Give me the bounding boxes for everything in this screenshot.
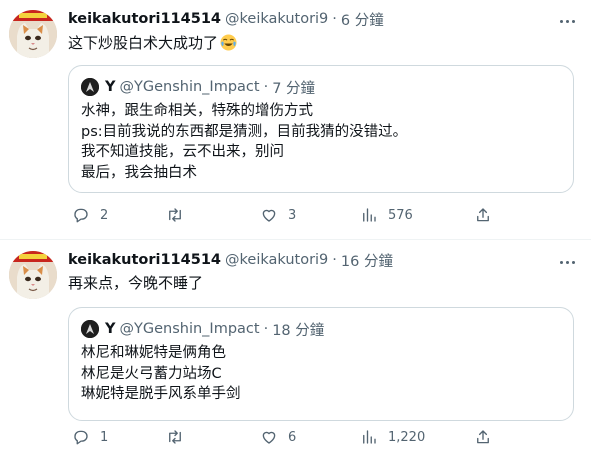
more-dot-icon: [565, 260, 569, 264]
more-button[interactable]: [555, 11, 579, 31]
like-count: 3: [288, 207, 297, 223]
action-bar: 1 6 1,220: [68, 425, 574, 449]
handle[interactable]: @keikakutori9: [225, 252, 328, 268]
views-button[interactable]: 576: [360, 203, 413, 227]
joy-emoji-icon: [220, 34, 237, 51]
cat-avatar-image: [9, 251, 57, 299]
quoted-handle: @YGenshin_Impact: [119, 79, 260, 95]
views-count: 576: [388, 207, 413, 223]
tweet-text: 再来点，今晚不睡了: [68, 273, 203, 293]
like-count: 6: [288, 429, 297, 445]
heart-icon: [262, 431, 276, 444]
reply-button[interactable]: 1: [72, 425, 108, 449]
handle[interactable]: @keikakutori9: [225, 11, 328, 27]
quoted-avatar-image: [81, 320, 99, 338]
views-button[interactable]: 1,220: [360, 425, 425, 449]
quoted-text-line: 最后，我会抽白术: [81, 164, 197, 181]
quoted-text-line: 琳妮特是脱手风系单手剑: [81, 386, 241, 402]
quoted-timestamp: 7 分鐘: [272, 80, 316, 97]
retweet-icon: [169, 430, 181, 444]
quoted-text-line: ps:目前我说的东西都是猜测，目前我猜的没错过。: [81, 123, 408, 140]
quoted-tweet[interactable]: Y @YGenshin_Impact · 7 分鐘 水神，跟生命相关，特殊的增伤…: [68, 65, 574, 193]
timestamp[interactable]: 6 分鐘: [341, 9, 384, 30]
separator: ·: [332, 252, 337, 268]
views-count: 1,220: [388, 429, 426, 445]
avatar[interactable]: [9, 251, 57, 299]
share-button[interactable]: [474, 425, 492, 449]
quoted-tweet-header: Y @YGenshin_Impact · 7 分鐘: [81, 77, 315, 97]
timestamp[interactable]: 16 分鐘: [341, 250, 393, 271]
avatar[interactable]: [9, 10, 57, 58]
more-dot-icon: [565, 19, 569, 23]
tweet-text: 这下炒股白术大成功了: [68, 33, 237, 53]
quoted-text-line: 林尼和琳妮特是俩角色: [81, 345, 226, 361]
quoted-text-line: 水神，跟生命相关，特殊的增伤方式: [81, 103, 313, 119]
reply-count: 1: [100, 429, 109, 445]
more-dot-icon: [559, 19, 563, 23]
display-name[interactable]: keikakutori114514: [68, 252, 221, 268]
reply-icon: [74, 208, 88, 223]
tweet-header: keikakutori114514 @keikakutori9 · 6 分鐘: [68, 9, 384, 29]
tweet-text-content: 再来点，今晚不睡了: [68, 274, 204, 292]
retweet-icon: [169, 208, 181, 222]
separator: ·: [263, 79, 269, 95]
reply-icon: [74, 430, 88, 445]
cat-avatar-image: [9, 10, 57, 58]
display-name[interactable]: keikakutori114514: [68, 11, 221, 27]
quoted-display-name: Y: [105, 321, 116, 337]
heart-icon: [262, 209, 276, 222]
quoted-handle: @YGenshin_Impact: [119, 321, 260, 337]
quoted-timestamp: 18 分鐘: [272, 322, 325, 339]
quoted-text-line: 我不知道技能，云不出来，别问: [81, 144, 284, 160]
action-bar: 2 3 576: [68, 203, 574, 227]
like-button[interactable]: 3: [260, 203, 296, 227]
retweet-button[interactable]: [166, 425, 194, 449]
quoted-avatar: [81, 320, 99, 338]
quoted-text-line: 林尼是火弓蓄力站场C: [81, 365, 222, 382]
quoted-tweet-text: 林尼和琳妮特是俩角色 林尼是火弓蓄力站场C 琳妮特是脱手风系单手剑: [81, 343, 241, 405]
quoted-tweet[interactable]: Y @YGenshin_Impact · 18 分鐘 林尼和琳妮特是俩角色 林尼…: [68, 307, 574, 421]
separator: ·: [332, 11, 337, 27]
more-dot-icon: [571, 19, 575, 23]
share-icon: [477, 208, 489, 222]
views-icon: [363, 208, 376, 222]
quoted-avatar: [81, 78, 99, 96]
quoted-tweet-header: Y @YGenshin_Impact · 18 分鐘: [81, 319, 324, 339]
quoted-tweet-text: 水神，跟生命相关，特殊的增伤方式 ps:目前我说的东西都是猜测，目前我猜的没错过…: [81, 101, 407, 183]
reply-button[interactable]: 2: [72, 203, 108, 227]
more-dot-icon: [559, 260, 563, 264]
share-icon: [477, 430, 489, 444]
separator: ·: [263, 321, 269, 337]
like-button[interactable]: 6: [260, 425, 296, 449]
more-dot-icon: [571, 260, 575, 264]
retweet-button[interactable]: [166, 203, 194, 227]
tweet-text-content: 这下炒股白术大成功了: [68, 34, 219, 52]
views-icon: [363, 430, 376, 444]
tweet[interactable]: keikakutori114514 @keikakutori9 · 16 分鐘 …: [0, 241, 591, 458]
share-button[interactable]: [474, 203, 492, 227]
tweet[interactable]: keikakutori114514 @keikakutori9 · 6 分鐘 这…: [0, 0, 591, 240]
quoted-display-name: Y: [105, 79, 116, 95]
more-button[interactable]: [555, 252, 579, 272]
reply-count: 2: [100, 207, 109, 223]
tweet-header: keikakutori114514 @keikakutori9 · 16 分鐘: [68, 250, 393, 270]
quoted-avatar-image: [81, 78, 99, 96]
